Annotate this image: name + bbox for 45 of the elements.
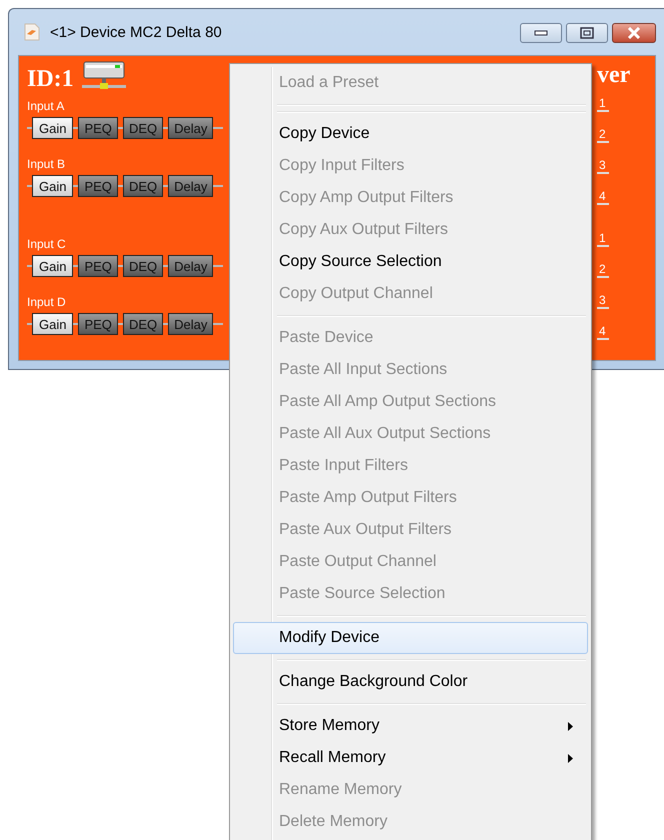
menu-item[interactable]: Copy Device [233, 118, 588, 150]
filter-block-button[interactable]: DEQ [122, 175, 164, 197]
window-title: <1> Device MC2 Delta 80 [50, 24, 222, 40]
maximize-button[interactable] [566, 23, 608, 43]
filter-block-button[interactable]: Gain [32, 313, 74, 335]
output-number: 2 [597, 127, 609, 143]
output-number: 4 [597, 189, 609, 205]
filter-block-button[interactable]: PEQ [78, 255, 118, 277]
input-label: Input D [27, 294, 67, 310]
output-number: 2 [597, 262, 609, 278]
filter-block-button[interactable]: Gain [32, 117, 74, 139]
filter-block-button[interactable]: PEQ [78, 313, 118, 335]
output-heading: ver [597, 62, 630, 90]
menu-item[interactable]: Modify Device [233, 622, 588, 654]
output-number: 1 [597, 231, 609, 247]
filter-block-button[interactable]: Delay [168, 313, 214, 335]
app-icon [24, 23, 40, 41]
filter-block-button[interactable]: Delay [168, 255, 214, 277]
filter-block-button[interactable]: Gain [32, 255, 74, 277]
filter-block-button[interactable]: DEQ [122, 255, 164, 277]
filter-block-button[interactable]: Gain [32, 175, 74, 197]
output-number: 3 [597, 293, 609, 309]
input-label: Input C [27, 236, 67, 252]
filter-block-button[interactable]: PEQ [78, 117, 118, 139]
menu-item[interactable]: Store Memory [233, 710, 588, 742]
maximize-icon [580, 27, 594, 39]
minimize-button[interactable] [520, 23, 562, 43]
menu-item[interactable]: Recall Memory [233, 742, 588, 774]
close-button[interactable] [612, 23, 656, 43]
device-id: ID:1 [27, 66, 74, 92]
filter-block-button[interactable]: PEQ [78, 175, 118, 197]
minimize-icon [534, 30, 548, 36]
server-icon [82, 60, 126, 92]
filter-block-button[interactable]: DEQ [122, 117, 164, 139]
menu-item[interactable]: Change Background Color [233, 666, 588, 698]
menu-item[interactable]: Copy Source Selection [233, 246, 588, 278]
input-label: Input B [27, 156, 66, 172]
close-icon [627, 27, 641, 39]
filter-block-button[interactable]: Delay [168, 117, 214, 139]
input-label: Input A [27, 98, 66, 114]
filter-block-button[interactable]: Delay [168, 175, 214, 197]
filter-block-button[interactable]: DEQ [122, 313, 164, 335]
output-number: 1 [597, 96, 609, 112]
output-number: 4 [597, 324, 609, 340]
output-number: 3 [597, 158, 609, 174]
